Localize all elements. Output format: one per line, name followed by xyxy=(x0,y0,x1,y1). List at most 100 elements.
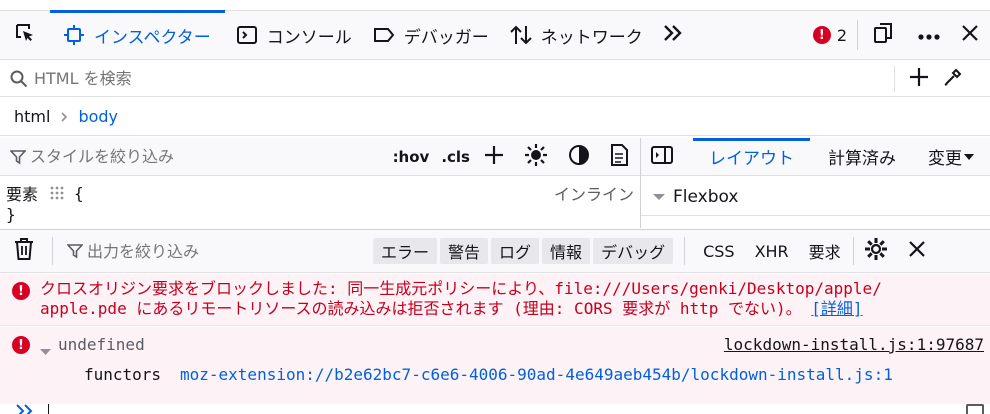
error-icon: ! xyxy=(812,26,831,44)
tab-label: レイアウト xyxy=(709,149,794,169)
flexbox-section-header[interactable]: Flexbox xyxy=(653,187,738,207)
tab-layout[interactable]: レイアウト xyxy=(693,138,810,175)
error-count-button[interactable]: ! 2 xyxy=(803,11,857,59)
sidebar-tabs: レイアウト 計算済み 変更 xyxy=(641,138,990,176)
tab-label: 計算済み xyxy=(828,149,896,169)
filter-xhr-toggle[interactable]: XHR xyxy=(745,242,799,261)
console-icon xyxy=(235,23,259,47)
chevron-down-icon[interactable] xyxy=(964,153,974,161)
prompt-chevron-icon xyxy=(16,404,34,414)
inline-label: インライン xyxy=(553,185,634,204)
tab-label: デバッガー xyxy=(403,27,489,48)
editor-toggle-icon[interactable] xyxy=(966,404,984,414)
more-options-button[interactable] xyxy=(908,11,950,59)
rule-open-brace: { xyxy=(74,183,84,203)
error-count: 2 xyxy=(836,25,847,45)
source-location-link[interactable]: lockdown-install.js:1:97687 xyxy=(724,335,984,354)
filter-logs-toggle[interactable]: ログ xyxy=(491,238,540,264)
chevron-right-icon xyxy=(60,111,68,123)
console-error-message: ! クロスオリジン要求をブロックしました: 同一生成元ポリシーにより、file:… xyxy=(0,274,990,326)
more-icon xyxy=(917,26,941,45)
rules-toolbar: :hov .cls xyxy=(0,138,640,176)
flexbox-label: Flexbox xyxy=(673,187,739,207)
html-search-bar xyxy=(0,61,990,97)
devtools-toolbar: インスペクター コンソール デバッガー ネットワーク ! 2 xyxy=(0,10,990,60)
functors-url[interactable]: moz-extension://b2e62bc7-c6e6-4006-90ad-… xyxy=(180,365,893,384)
cls-toggle[interactable]: .cls xyxy=(441,148,470,166)
toggle-sidebar-icon xyxy=(651,145,673,169)
search-icon xyxy=(10,70,28,88)
tab-label: インスペクター xyxy=(94,27,211,48)
chevron-down-icon xyxy=(653,193,665,201)
pick-element-button[interactable] xyxy=(0,11,50,59)
light-theme-icon xyxy=(524,143,548,171)
clear-console-button[interactable] xyxy=(14,237,34,265)
add-icon xyxy=(484,145,504,169)
tab-changes[interactable]: 変更 xyxy=(914,138,974,175)
rule-close-brace: } xyxy=(6,205,16,224)
html-search-input[interactable] xyxy=(34,64,894,93)
error-icon: ! xyxy=(12,336,30,354)
add-rule-button[interactable] xyxy=(484,145,504,169)
console-input-row[interactable] xyxy=(0,404,990,414)
overflow-chevrons-icon xyxy=(661,23,685,47)
filter-info-toggle[interactable]: 情報 xyxy=(542,238,591,264)
hov-toggle[interactable]: :hov xyxy=(393,148,430,166)
filter-icon xyxy=(67,243,83,259)
breadcrumb-item-html[interactable]: html xyxy=(14,107,50,126)
message-line: apple.pde にあるリモートリソースの読み込みは拒否されます (理由: C… xyxy=(40,299,802,318)
dark-theme-button[interactable] xyxy=(568,144,590,170)
filter-icon xyxy=(10,149,26,165)
filter-errors-toggle[interactable]: エラー xyxy=(373,238,438,264)
breadcrumb-item-body[interactable]: body xyxy=(78,107,118,126)
dock-icon xyxy=(872,22,894,48)
print-simulation-button[interactable] xyxy=(610,143,628,170)
eyedropper-icon xyxy=(943,67,963,91)
close-icon xyxy=(961,24,979,46)
console-error-message: ! undefined lockdown-install.js:1:97687 … xyxy=(0,327,990,414)
console-settings-button[interactable] xyxy=(864,237,888,265)
tab-debugger[interactable]: デバッガー xyxy=(362,11,499,59)
dark-theme-icon xyxy=(568,144,590,170)
light-theme-button[interactable] xyxy=(524,143,548,171)
filter-debug-toggle[interactable]: デバッグ xyxy=(593,238,674,264)
filter-css-toggle[interactable]: CSS xyxy=(693,242,744,261)
add-icon xyxy=(909,67,929,91)
add-node-button[interactable] xyxy=(905,67,933,91)
learn-more-link[interactable]: [詳細] xyxy=(811,299,862,318)
message-line: クロスオリジン要求をブロックしました: 同一生成元ポリシーにより、file://… xyxy=(40,279,882,298)
close-toolbox-button[interactable] xyxy=(950,11,990,59)
error-icon: ! xyxy=(12,282,30,300)
tab-inspector[interactable]: インスペクター xyxy=(50,10,225,59)
layout-view: Flexbox xyxy=(641,177,990,227)
tab-computed[interactable]: 計算済み xyxy=(810,138,914,175)
close-split-console-button[interactable] xyxy=(908,240,926,262)
rules-view: 要素 { インライン } xyxy=(0,177,640,227)
eyedropper-button[interactable] xyxy=(933,67,973,91)
console-toolbar: エラー 警告 ログ 情報 デバッグ CSS XHR 要求 xyxy=(0,229,990,273)
dock-button[interactable] xyxy=(858,11,908,59)
toggle-sidebar-button[interactable] xyxy=(651,145,673,169)
rules-filter-input[interactable] xyxy=(30,143,370,170)
filter-warnings-toggle[interactable]: 警告 xyxy=(440,238,489,264)
drag-handle-icon[interactable] xyxy=(50,186,64,200)
expand-toggle[interactable] xyxy=(40,341,51,360)
filter-requests-toggle[interactable]: 要求 xyxy=(799,239,851,263)
more-tools-button[interactable] xyxy=(653,11,693,59)
message-text: クロスオリジン要求をブロックしました: 同一生成元ポリシーにより、file://… xyxy=(40,279,882,319)
element-label: 要素 xyxy=(6,185,39,204)
debugger-icon xyxy=(372,23,396,47)
tab-label: ネットワーク xyxy=(540,27,643,48)
trash-icon xyxy=(14,237,34,265)
pick-element-icon xyxy=(14,22,36,48)
undefined-value: undefined xyxy=(58,335,145,354)
tab-console[interactable]: コンソール xyxy=(225,11,362,59)
console-filter-input[interactable] xyxy=(87,238,373,264)
functors-label: functors xyxy=(84,365,162,384)
network-icon xyxy=(509,23,533,47)
tab-label: 変更 xyxy=(928,149,962,169)
inspector-icon xyxy=(62,23,86,47)
gear-icon xyxy=(864,237,888,265)
tab-network[interactable]: ネットワーク xyxy=(499,11,653,59)
tab-label: コンソール xyxy=(266,27,352,48)
